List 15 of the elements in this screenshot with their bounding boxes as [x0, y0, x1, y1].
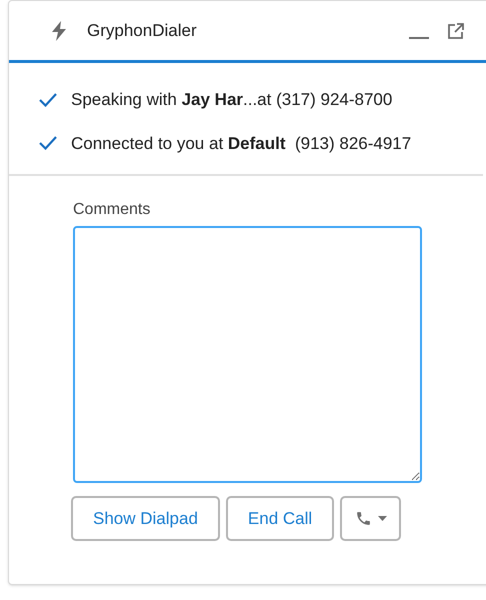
comments-field[interactable]: [73, 226, 422, 483]
window-title: GryphonDialer: [87, 20, 197, 42]
action-button[interactable]: Show Dialpad: [71, 496, 220, 541]
comments-label: Comments: [73, 200, 152, 220]
popout-icon[interactable]: [447, 22, 465, 40]
action-button[interactable]: End Call: [226, 496, 334, 541]
status-text: Connected to you at Default (913) 826-4917: [71, 132, 412, 154]
caret-icon: [378, 516, 387, 521]
minimize-icon[interactable]: [409, 36, 429, 40]
phone-menu-button[interactable]: [340, 496, 402, 541]
check-icon: [39, 136, 57, 150]
phone-icon: [354, 510, 372, 527]
lightning-icon: [51, 20, 67, 40]
check-icon: [39, 92, 57, 107]
status-text: Speaking with Jay Har...at (317) 924-8700: [71, 89, 392, 111]
